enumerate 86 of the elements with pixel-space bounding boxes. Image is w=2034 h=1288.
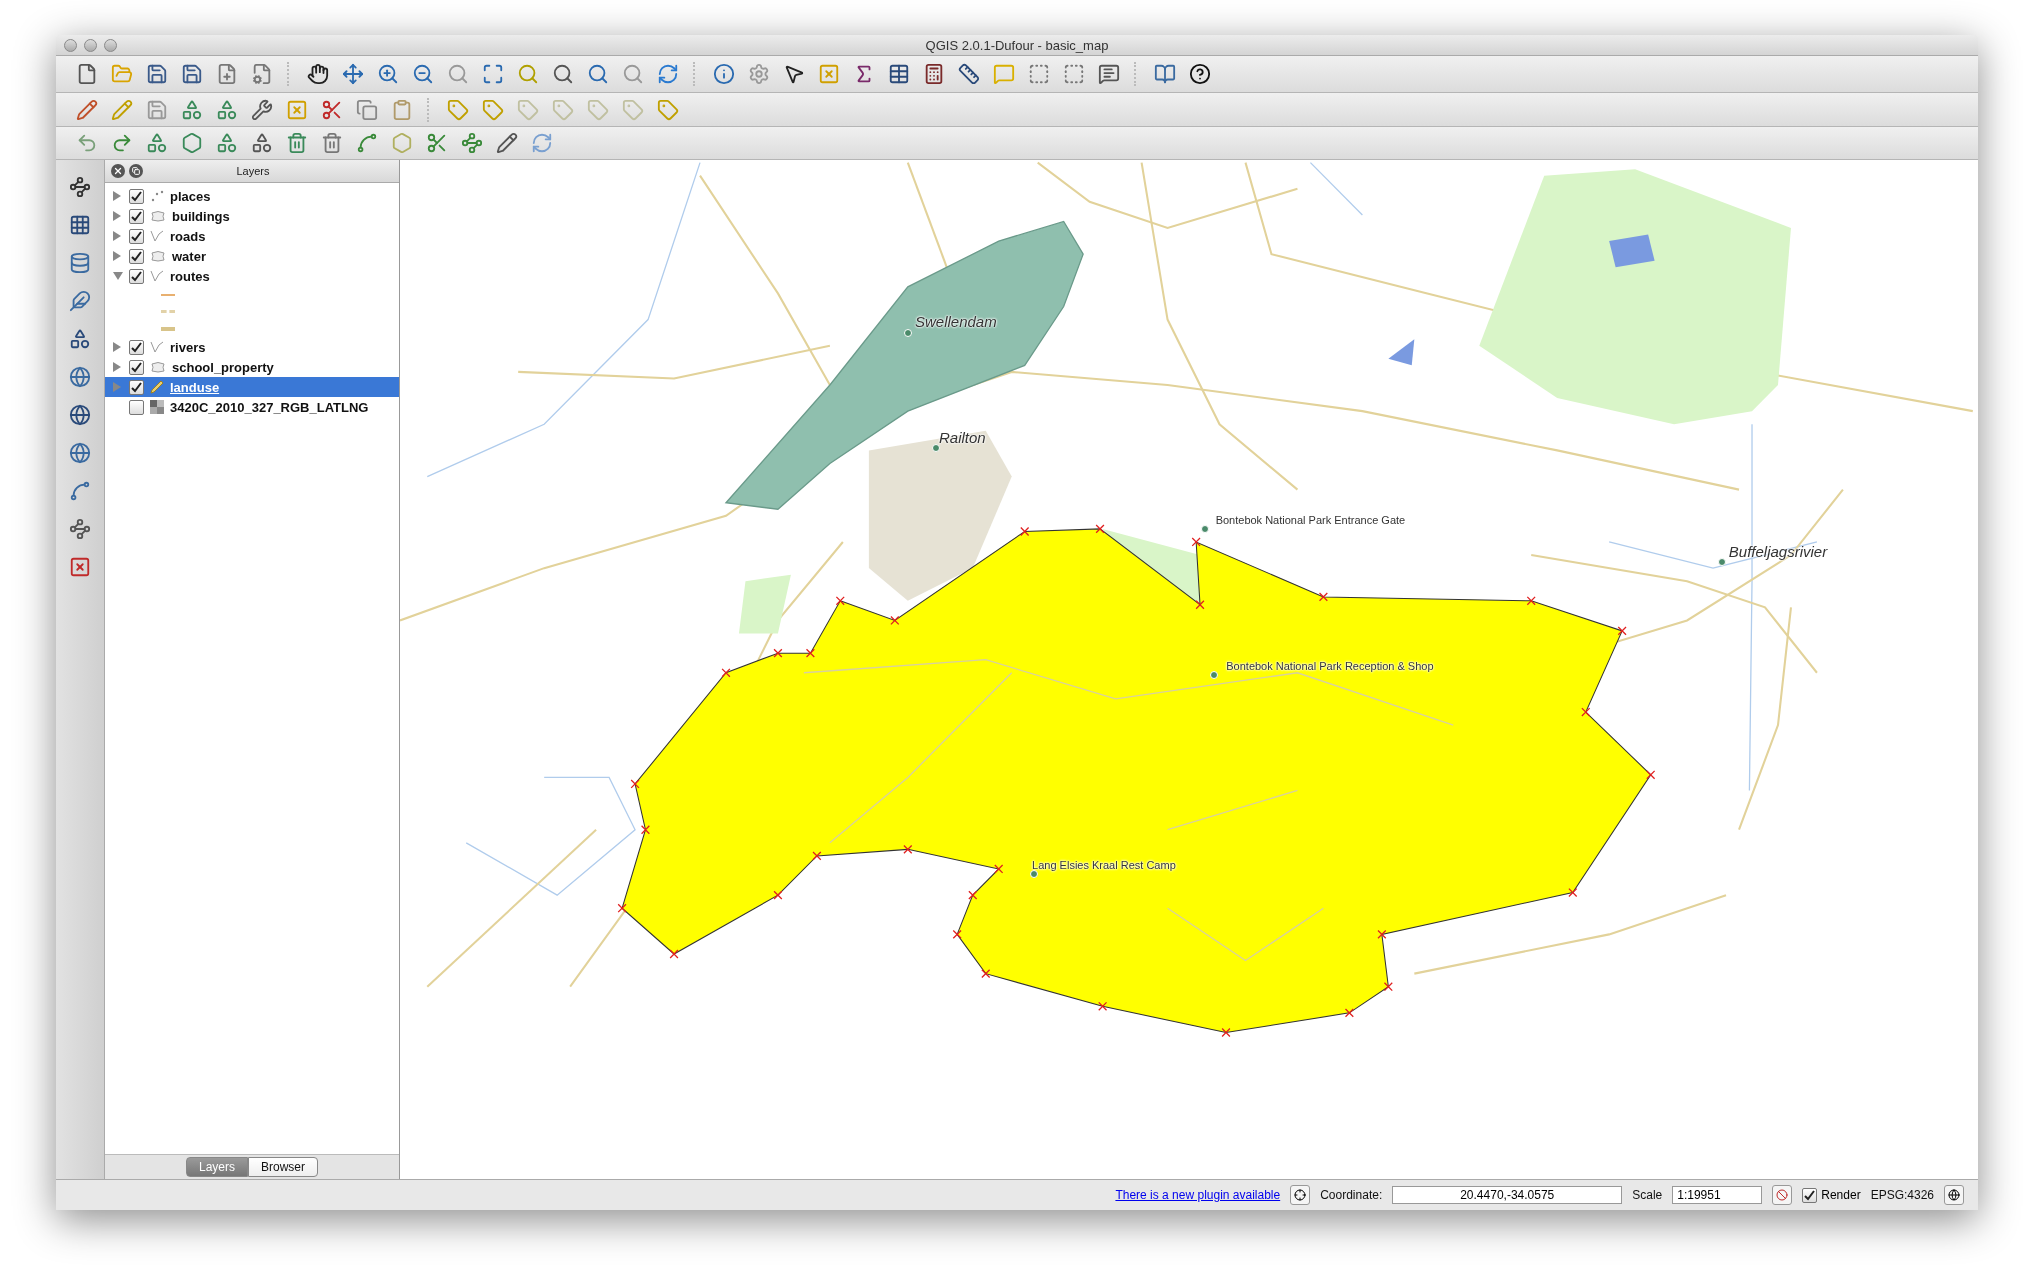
expand-arrow-icon[interactable] bbox=[113, 191, 121, 201]
add-spatialite-icon[interactable] bbox=[67, 288, 93, 314]
coordinate-field[interactable]: 20.4470,-34.0575 bbox=[1392, 1186, 1623, 1204]
scale-label: Scale bbox=[1632, 1188, 1663, 1202]
move-arrows-icon[interactable] bbox=[340, 61, 366, 87]
float-panel-button[interactable] bbox=[129, 164, 143, 178]
place-marker-icon bbox=[1210, 671, 1219, 680]
plugin-update-link[interactable]: There is a new plugin available bbox=[1115, 1188, 1281, 1202]
place-marker-icon bbox=[1718, 557, 1727, 566]
layer-checkbox[interactable] bbox=[129, 228, 144, 244]
place-marker-icon bbox=[1029, 870, 1038, 879]
close-panel-button[interactable] bbox=[111, 164, 125, 178]
point-layer-icon bbox=[150, 190, 164, 202]
expand-arrow-icon[interactable] bbox=[113, 231, 121, 241]
place-marker-icon bbox=[932, 443, 941, 452]
map-label: Bontebok National Park Entrance Gate bbox=[1215, 513, 1406, 526]
map-label: Buffeljagsrivier bbox=[1728, 542, 1828, 560]
layer-row[interactable]: routes bbox=[105, 266, 399, 286]
map-canvas[interactable]: Swellendam Railton Bontebok National Park Entrance Gate Bontebok National Park Reception & Shop Lang Elsies Kraal Rest Camp Buffeljagsrivier bbox=[400, 160, 1978, 1179]
minimize-window-button[interactable] bbox=[84, 39, 97, 52]
identify-icon[interactable] bbox=[711, 61, 737, 87]
add-wms-icon[interactable] bbox=[67, 364, 93, 390]
place-marker-icon bbox=[1201, 524, 1210, 533]
layer-checkbox[interactable] bbox=[129, 339, 144, 355]
layer-row[interactable]: rivers bbox=[105, 337, 399, 357]
polygon-layer-icon bbox=[150, 250, 166, 262]
panel-tab[interactable]: Browser bbox=[248, 1157, 318, 1177]
layer-row[interactable]: places bbox=[105, 186, 399, 206]
layer-name: places bbox=[170, 188, 211, 204]
place-marker-icon bbox=[903, 328, 912, 337]
polygon-layer-icon bbox=[150, 210, 166, 222]
window-title: QGIS 2.0.1-Dufour - basic_map bbox=[925, 37, 1109, 53]
map-label: Railton bbox=[939, 428, 986, 446]
crs-label[interactable]: EPSG:4326 bbox=[1870, 1188, 1934, 1202]
layer-row[interactable]: water bbox=[105, 246, 399, 266]
ruler-icon[interactable] bbox=[956, 61, 982, 87]
add-vector-icon[interactable] bbox=[67, 174, 93, 200]
layer-name: roads bbox=[170, 228, 206, 244]
layer-checkbox[interactable] bbox=[129, 188, 144, 204]
layer-checkbox[interactable] bbox=[129, 379, 144, 395]
layer-checkbox[interactable] bbox=[129, 359, 144, 375]
layer-name: 3420C_2010_327_RGB_LATLNG bbox=[170, 399, 369, 415]
layer-row[interactable]: buildings bbox=[105, 206, 399, 226]
checkbox-icon[interactable] bbox=[1802, 1187, 1818, 1203]
polygon-layer-icon bbox=[150, 361, 166, 373]
scale-field[interactable]: 1:19951 bbox=[1672, 1186, 1763, 1204]
layer-checkbox[interactable] bbox=[129, 399, 144, 415]
layer-name: landuse bbox=[170, 379, 220, 395]
map-label: Lang Elsies Kraal Rest Camp bbox=[1032, 859, 1176, 872]
rotate-point-icon[interactable] bbox=[494, 130, 520, 156]
line-layer-icon bbox=[150, 341, 164, 353]
new-layer-icon[interactable] bbox=[67, 516, 93, 542]
layer-checkbox[interactable] bbox=[129, 268, 144, 284]
pencil-icon bbox=[150, 380, 164, 394]
stop-render-icon[interactable] bbox=[1772, 1185, 1793, 1205]
expand-arrow-icon[interactable] bbox=[113, 211, 121, 221]
map-label: Swellendam bbox=[915, 312, 997, 330]
layer-row[interactable]: 3420C_2010_327_RGB_LATLNG bbox=[105, 397, 399, 417]
line-layer-icon bbox=[150, 230, 164, 242]
panel-tab[interactable]: Layers bbox=[185, 1157, 248, 1177]
close-window-button[interactable] bbox=[64, 39, 77, 52]
mouse-icon[interactable] bbox=[1290, 1185, 1311, 1205]
layer-row[interactable]: landuse bbox=[105, 377, 399, 397]
layer-name: routes bbox=[170, 268, 210, 284]
layer-name: water bbox=[172, 248, 206, 264]
zoom-window-button[interactable] bbox=[104, 39, 117, 52]
layer-name: rivers bbox=[170, 339, 206, 355]
layer-checkbox[interactable] bbox=[129, 208, 144, 224]
coordinate-label: Coordinate: bbox=[1320, 1188, 1383, 1202]
add-wfs-icon[interactable] bbox=[67, 440, 93, 466]
merge-icon[interactable] bbox=[459, 130, 485, 156]
map-label: Bontebok National Park Reception & Shop bbox=[1226, 660, 1434, 673]
layer-row[interactable]: roads bbox=[105, 226, 399, 246]
projection-globe-icon[interactable] bbox=[1944, 1185, 1964, 1205]
whats-this-icon[interactable] bbox=[1187, 61, 1213, 87]
pan-hand-icon[interactable] bbox=[305, 61, 331, 87]
expand-arrow-icon[interactable] bbox=[113, 342, 121, 352]
expand-arrow-icon[interactable] bbox=[113, 251, 121, 261]
line-layer-icon bbox=[150, 270, 164, 282]
add-wcs-icon[interactable] bbox=[67, 402, 93, 428]
layer-checkbox[interactable] bbox=[129, 248, 144, 264]
panel-title: Layers bbox=[235, 165, 271, 177]
render-checkbox[interactable]: Render bbox=[1802, 1187, 1861, 1203]
raster-layer-icon bbox=[150, 400, 164, 414]
layer-name: buildings bbox=[172, 208, 230, 224]
layer-name: school_property bbox=[172, 359, 274, 375]
